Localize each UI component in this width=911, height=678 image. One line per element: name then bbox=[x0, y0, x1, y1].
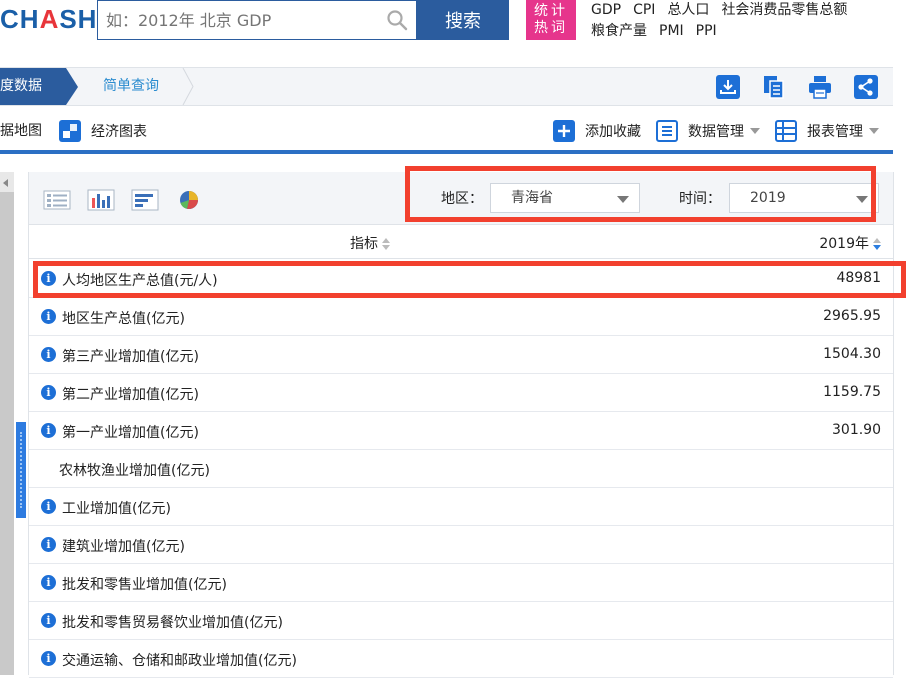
info-icon[interactable]: i bbox=[41, 537, 56, 552]
list-icon bbox=[656, 120, 678, 142]
table-header: 指标 2019年 bbox=[29, 225, 893, 259]
left-side-panel bbox=[0, 172, 14, 675]
crumb-active-tab[interactable]: 度数据 bbox=[0, 68, 78, 105]
report-management-label: 报表管理 bbox=[807, 124, 863, 140]
hot-link-gdp[interactable]: GDP bbox=[591, 2, 621, 18]
crumb-simple-query[interactable]: 简单查询 bbox=[103, 68, 159, 105]
info-icon[interactable]: i bbox=[41, 613, 56, 628]
info-icon[interactable]: i bbox=[41, 423, 56, 438]
hot-link-pmi[interactable]: PMI bbox=[659, 23, 684, 39]
table-row[interactable]: i 第一产业增加值(亿元) 301.90 bbox=[29, 412, 893, 450]
bar-chart-icon[interactable] bbox=[87, 188, 115, 212]
hot-words-badge: 统计 热词 bbox=[526, 0, 576, 40]
indicator-name: 第三产业增加值(亿元) bbox=[62, 349, 199, 365]
indicator-name: 工业增加值(亿元) bbox=[62, 501, 171, 517]
sort-icon[interactable] bbox=[382, 238, 390, 250]
view-switcher bbox=[43, 188, 203, 212]
table-row[interactable]: i 地区生产总值(亿元) 2965.95 bbox=[29, 298, 893, 336]
table-view-icon[interactable] bbox=[43, 188, 71, 212]
indicator-name: 批发和零售贸易餐饮业增加值(亿元) bbox=[62, 615, 283, 631]
table-row[interactable]: i 批发和零售业增加值(亿元) bbox=[29, 564, 893, 602]
table-row[interactable]: 农林牧渔业增加值(亿元) bbox=[29, 450, 893, 488]
pie-chart-icon[interactable] bbox=[175, 188, 203, 212]
site-header: CHASHU 搜索 统计 热词 GDPCPI总人口社会消费品零售总额 粮食产量P… bbox=[0, 0, 911, 60]
table-row[interactable]: i 建筑业增加值(亿元) bbox=[29, 526, 893, 564]
share-icon[interactable] bbox=[853, 75, 879, 99]
side-scroll-handle[interactable] bbox=[16, 422, 26, 518]
econ-chart-label: 经济图表 bbox=[91, 124, 147, 140]
indicator-name: 建筑业增加值(亿元) bbox=[62, 539, 185, 555]
table-row[interactable]: i 工业增加值(亿元) bbox=[29, 488, 893, 526]
highlight-filter-box bbox=[405, 166, 876, 222]
info-icon[interactable]: i bbox=[41, 347, 56, 362]
chevron-down-icon bbox=[869, 128, 879, 134]
data-map-label: 据地图 bbox=[0, 123, 42, 139]
indicator-name: 地区生产总值(亿元) bbox=[62, 311, 185, 327]
indicator-value: 1504.30 bbox=[823, 346, 881, 362]
chart-grid-icon bbox=[59, 120, 81, 142]
plus-icon bbox=[553, 120, 575, 142]
report-management-menu[interactable]: 报表管理 bbox=[775, 120, 879, 142]
info-icon[interactable]: i bbox=[41, 651, 56, 666]
table-icon bbox=[775, 120, 797, 142]
data-management-menu[interactable]: 数据管理 bbox=[656, 120, 760, 142]
add-favorite-button[interactable]: 添加收藏 bbox=[553, 120, 641, 142]
column-header-indicator[interactable]: 指标 bbox=[350, 233, 390, 253]
hot-link-population[interactable]: 总人口 bbox=[667, 2, 709, 18]
download-icon[interactable] bbox=[715, 75, 741, 99]
data-map-link[interactable]: 据地图 bbox=[0, 120, 42, 140]
indicator-name: 农林牧渔业增加值(亿元) bbox=[59, 463, 210, 479]
search-input[interactable] bbox=[98, 1, 378, 39]
print-icon[interactable] bbox=[807, 75, 833, 99]
hot-words-list: GDP CPI 总人口 社会消费品零售总额 粮食产量 PMI PPI bbox=[591, 0, 911, 42]
chevron-down-icon bbox=[750, 128, 760, 134]
indicator-name: 交通运输、仓储和邮政业增加值(亿元) bbox=[62, 653, 297, 669]
highlight-row-box bbox=[33, 261, 906, 298]
function-nav: 据地图 经济图表 添加收藏 数据管理 报表管理 bbox=[0, 108, 893, 154]
add-favorite-label: 添加收藏 bbox=[585, 124, 641, 140]
indicator-name: 第一产业增加值(亿元) bbox=[62, 425, 199, 441]
hot-link-retail[interactable]: 社会消费品零售总额 bbox=[721, 2, 847, 18]
hot-link-ppi[interactable]: PPI bbox=[696, 23, 717, 39]
econ-chart-link[interactable]: 经济图表 bbox=[59, 120, 147, 142]
indicator-value: 301.90 bbox=[832, 422, 881, 438]
horizontal-bar-icon[interactable] bbox=[131, 188, 159, 212]
table-row[interactable]: i 批发和零售贸易餐饮业增加值(亿元) bbox=[29, 602, 893, 640]
indicator-name: 第二产业增加值(亿元) bbox=[62, 387, 199, 403]
breadcrumb: 度数据 简单查询 bbox=[0, 67, 893, 106]
data-table-panel: 地区： 青海省 时间： 2019 指标 2019年 i 人均地区生产总值(元/人)… bbox=[28, 172, 894, 678]
indicator-value: 1159.75 bbox=[823, 384, 881, 400]
info-icon[interactable]: i bbox=[41, 575, 56, 590]
table-row[interactable]: i 第二产业增加值(亿元) 1159.75 bbox=[29, 374, 893, 412]
copy-icon[interactable] bbox=[761, 75, 787, 99]
indicator-value: 2965.95 bbox=[823, 308, 881, 324]
indicator-name: 批发和零售业增加值(亿元) bbox=[62, 577, 227, 593]
crumb-separator-icon bbox=[182, 68, 194, 105]
search-box[interactable] bbox=[97, 0, 417, 40]
info-icon[interactable]: i bbox=[41, 385, 56, 400]
info-icon[interactable]: i bbox=[41, 499, 56, 514]
column-header-year[interactable]: 2019年 bbox=[819, 233, 881, 253]
hot-link-grain[interactable]: 粮食产量 bbox=[591, 23, 647, 39]
search-icon[interactable] bbox=[386, 9, 408, 31]
collapse-arrow-icon[interactable] bbox=[0, 172, 14, 192]
table-row[interactable]: i 第三产业增加值(亿元) 1504.30 bbox=[29, 336, 893, 374]
table-row[interactable]: i 交通运输、仓储和邮政业增加值(亿元) bbox=[29, 640, 893, 678]
info-icon[interactable]: i bbox=[41, 309, 56, 324]
search-button[interactable]: 搜索 bbox=[417, 0, 509, 40]
data-management-label: 数据管理 bbox=[688, 124, 744, 140]
toolbar-icons bbox=[715, 75, 879, 99]
hot-link-cpi[interactable]: CPI bbox=[633, 2, 655, 18]
sort-icon[interactable] bbox=[873, 238, 881, 250]
